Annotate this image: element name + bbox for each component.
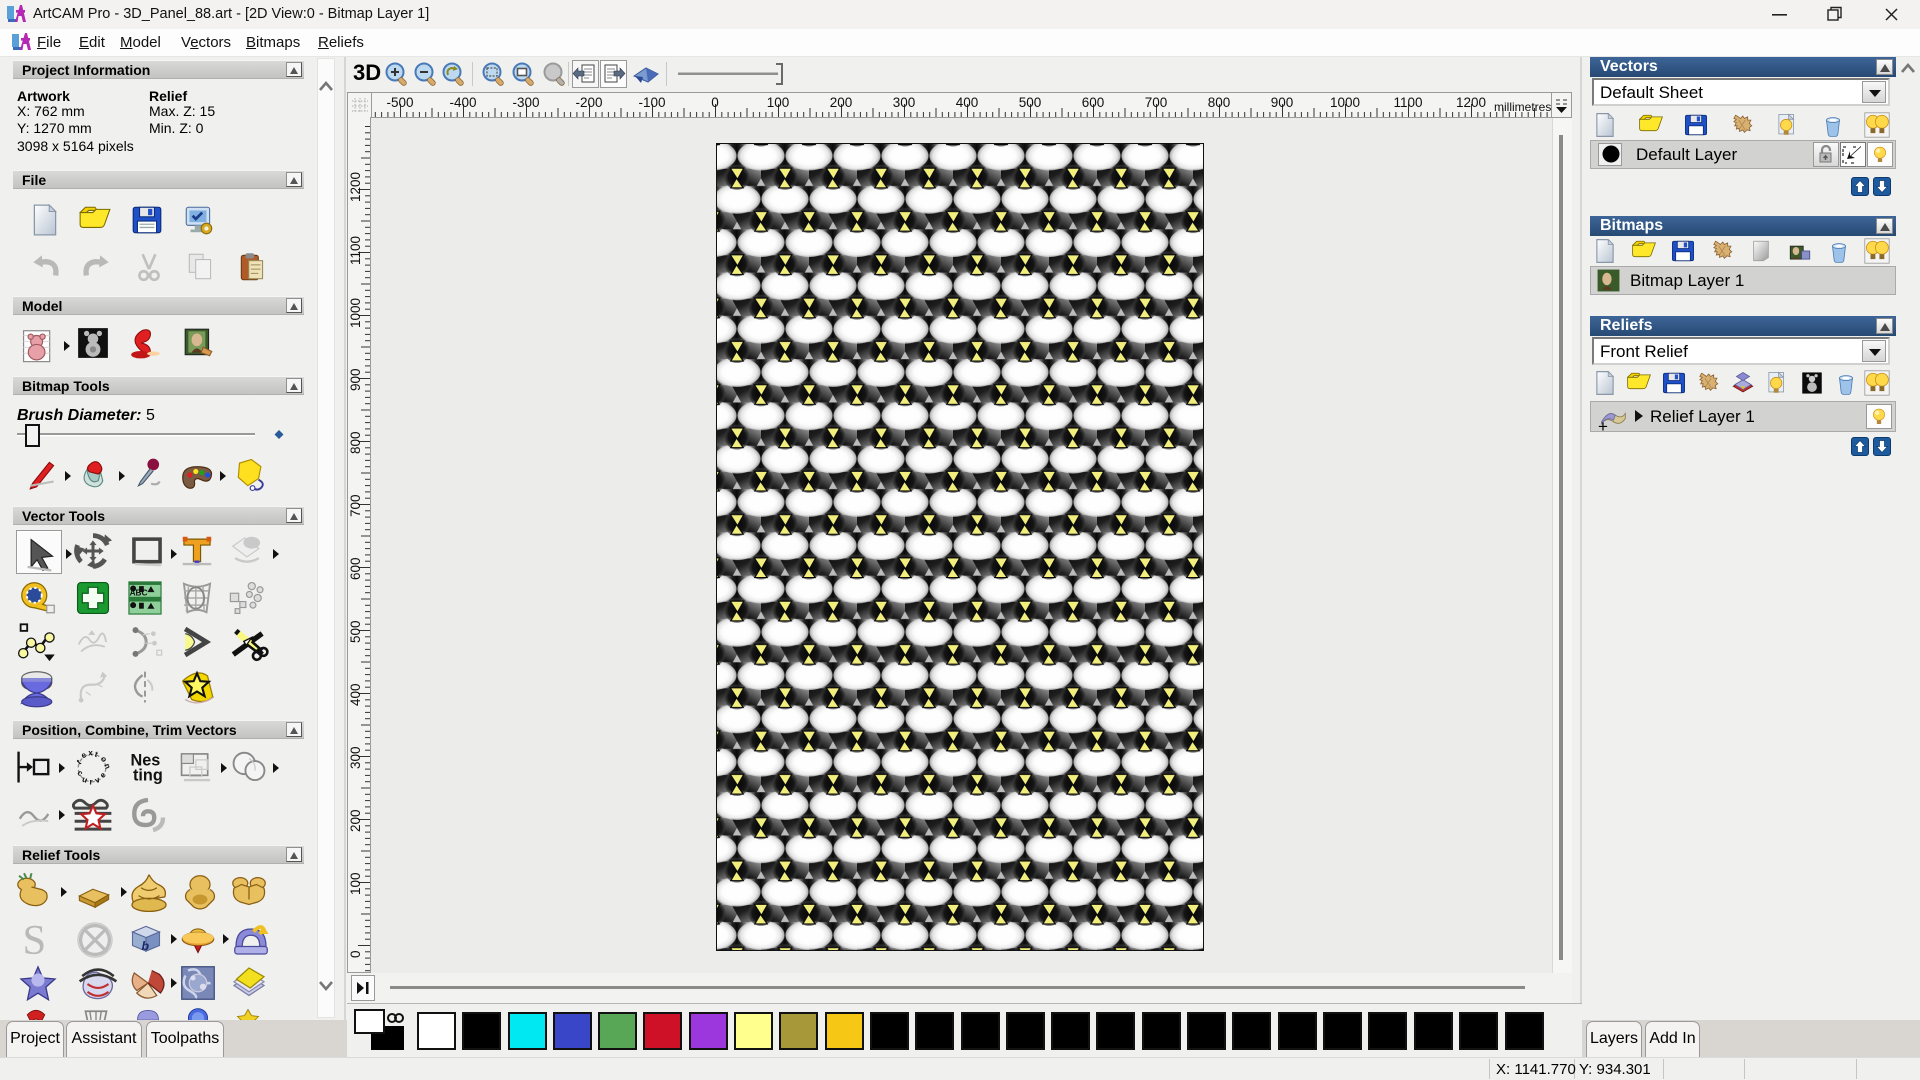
svg-text:t: t [93, 750, 99, 759]
svg-text:u: u [81, 775, 89, 785]
svg-text:S: S [23, 919, 47, 959]
svg-text:b: b [142, 939, 150, 953]
svg-text:ABC: ABC [130, 588, 148, 598]
svg-text:ting: ting [133, 767, 163, 785]
svg-text:x: x [88, 749, 93, 758]
svg-text:n: n [102, 762, 112, 770]
svg-text:e: e [98, 770, 108, 780]
